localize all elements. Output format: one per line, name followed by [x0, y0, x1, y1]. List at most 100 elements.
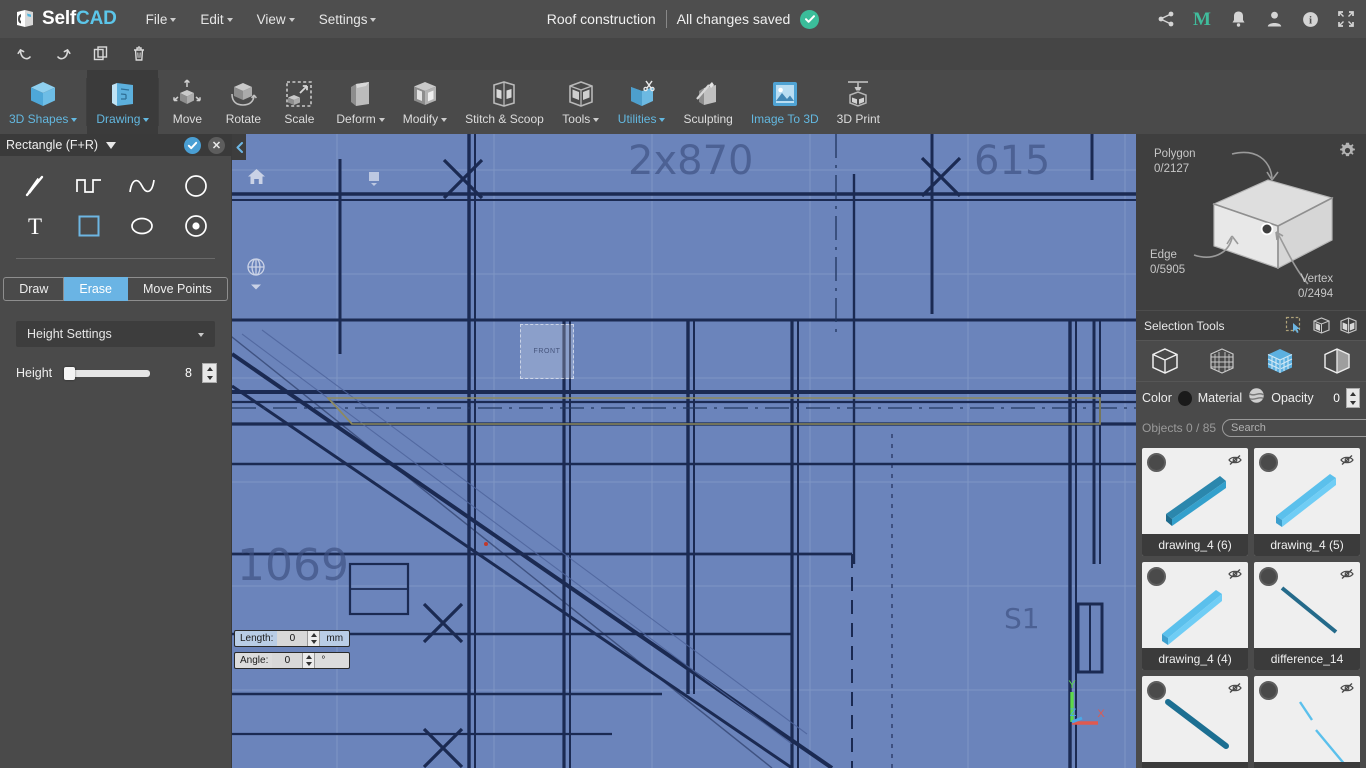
angle-stepper[interactable] — [302, 653, 316, 668]
ribbon-utilities[interactable]: Utilities — [609, 70, 675, 134]
copy-button[interactable] — [84, 41, 118, 67]
stepper-down[interactable] — [1347, 398, 1359, 407]
object-select-radio[interactable] — [1259, 453, 1278, 472]
svg-text:Z: Z — [1070, 707, 1077, 719]
object-card[interactable]: drawing_4 (5) — [1254, 448, 1360, 556]
object-mode-icon[interactable] — [1150, 346, 1180, 376]
ribbon-sculpting[interactable]: Sculpting — [674, 70, 741, 134]
objects-search-input[interactable] — [1231, 422, 1366, 434]
height-settings-dropdown[interactable]: Height Settings — [16, 321, 215, 347]
rectangle-tool[interactable] — [62, 208, 116, 244]
objects-search[interactable] — [1222, 419, 1366, 437]
object-card[interactable] — [1254, 676, 1360, 768]
mode-erase-button[interactable]: Erase — [64, 277, 129, 301]
material-sphere-icon[interactable] — [1248, 387, 1265, 409]
visibility-toggle-icon[interactable] — [1228, 567, 1242, 585]
share-icon[interactable] — [1156, 9, 1176, 29]
visibility-toggle-icon[interactable] — [1340, 567, 1354, 585]
height-value[interactable]: 8 — [164, 366, 192, 380]
angle-input-row[interactable]: Angle: 0 ° — [234, 652, 351, 669]
ribbon-image-to-3d[interactable]: Image To 3D — [742, 70, 828, 134]
angle-value[interactable]: 0 — [272, 653, 303, 668]
object-card[interactable]: drawing_4 (4) — [1142, 562, 1248, 670]
ribbon-tools[interactable]: Tools — [553, 70, 609, 134]
undo-button[interactable] — [8, 41, 42, 67]
menu-view[interactable]: View — [246, 4, 306, 35]
visibility-toggle-icon[interactable] — [1228, 681, 1242, 699]
mode-move-points-button[interactable]: Move Points — [128, 277, 228, 301]
height-slider-handle[interactable] — [64, 366, 76, 380]
donut-tool[interactable] — [169, 208, 223, 244]
ribbon-3d-print[interactable]: 3D Print — [828, 70, 889, 134]
viewport-canvas[interactable]: FRONT 2x870 615 1069 S1 Length: 0 mm Ang… — [232, 134, 1136, 768]
stepper-up[interactable] — [1347, 389, 1359, 398]
fullscreen-icon[interactable] — [1336, 9, 1356, 29]
loop-select-icon[interactable] — [1339, 316, 1358, 335]
ribbon-stitch-scoop[interactable]: Stitch & Scoop — [456, 70, 553, 134]
confirm-button[interactable] — [184, 136, 201, 154]
length-value[interactable]: 0 — [277, 631, 308, 646]
stepper-down[interactable] — [203, 373, 216, 382]
home-view-icon[interactable] — [244, 164, 268, 188]
chevron-down-icon — [143, 118, 150, 122]
curve-tool[interactable] — [116, 168, 170, 204]
view-orientation-label[interactable]: FRONT — [520, 324, 574, 379]
ribbon-deform[interactable]: Deform — [327, 70, 393, 134]
info-icon[interactable]: i — [1300, 9, 1320, 29]
delete-button[interactable] — [122, 41, 156, 67]
ribbon-move[interactable]: Move — [159, 70, 215, 134]
visibility-toggle-icon[interactable] — [1228, 453, 1242, 471]
view-cube-icon[interactable] — [244, 256, 268, 280]
menu-settings[interactable]: Settings — [308, 4, 388, 35]
collapse-panel-button[interactable] — [232, 134, 246, 160]
scale-cube-icon — [280, 75, 318, 113]
ribbon-rotate[interactable]: Rotate — [215, 70, 271, 134]
object-select-radio[interactable] — [1259, 681, 1278, 700]
object-card[interactable]: drawing_4 (6) — [1142, 448, 1248, 556]
length-stepper[interactable] — [307, 631, 321, 646]
stepper-up[interactable] — [203, 364, 216, 373]
opacity-value[interactable]: 0 — [1320, 391, 1340, 405]
object-select-radio[interactable] — [1147, 681, 1166, 700]
ribbon-3d-shapes-label: 3D Shapes — [9, 112, 69, 126]
ribbon-scale[interactable]: Scale — [271, 70, 327, 134]
ribbon-drawing[interactable]: Drawing — [87, 70, 159, 134]
document-title[interactable]: Roof construction — [547, 11, 656, 27]
object-card[interactable]: difference_14 — [1254, 562, 1360, 670]
polyline-tool[interactable] — [62, 168, 116, 204]
opacity-stepper[interactable] — [1345, 388, 1360, 408]
app-logo[interactable]: SelfCAD — [0, 8, 117, 30]
object-select-radio[interactable] — [1147, 567, 1166, 586]
ribbon-3d-shapes[interactable]: 3D Shapes — [0, 70, 86, 134]
vertex-mode-icon[interactable] — [1207, 346, 1237, 376]
freehand-pen-tool[interactable] — [8, 168, 62, 204]
object-card[interactable] — [1142, 676, 1248, 768]
close-icon[interactable]: ✕ — [208, 136, 225, 154]
chevron-down-icon[interactable] — [106, 141, 117, 149]
object-select-radio[interactable] — [1147, 453, 1166, 472]
box-select-icon[interactable] — [1312, 316, 1331, 335]
menu-edit[interactable]: Edit — [189, 4, 243, 35]
rect-select-icon[interactable] — [1285, 316, 1304, 335]
notifications-bell-icon[interactable] — [1228, 9, 1248, 29]
menu-file-label: File — [145, 11, 168, 27]
object-select-radio[interactable] — [1259, 567, 1278, 586]
edge-mode-icon[interactable] — [1322, 346, 1352, 376]
circle-tool[interactable] — [169, 168, 223, 204]
text-tool[interactable]: T — [8, 208, 62, 244]
redo-button[interactable] — [46, 41, 80, 67]
view-dropdown-icon[interactable] — [244, 282, 268, 292]
height-stepper[interactable] — [202, 363, 217, 383]
visibility-toggle-icon[interactable] — [1340, 681, 1354, 699]
color-swatch[interactable] — [1177, 390, 1192, 406]
ribbon-modify[interactable]: Modify — [394, 70, 456, 134]
mastercad-badge[interactable]: M — [1192, 9, 1212, 29]
ellipse-tool[interactable] — [116, 208, 170, 244]
polygon-mode-icon[interactable] — [1265, 346, 1295, 376]
user-account-icon[interactable] — [1264, 9, 1284, 29]
height-slider[interactable] — [64, 366, 150, 380]
length-input-row[interactable]: Length: 0 mm — [234, 630, 351, 647]
mode-draw-button[interactable]: Draw — [3, 277, 65, 301]
menu-file[interactable]: File — [135, 4, 188, 35]
visibility-toggle-icon[interactable] — [1340, 453, 1354, 471]
